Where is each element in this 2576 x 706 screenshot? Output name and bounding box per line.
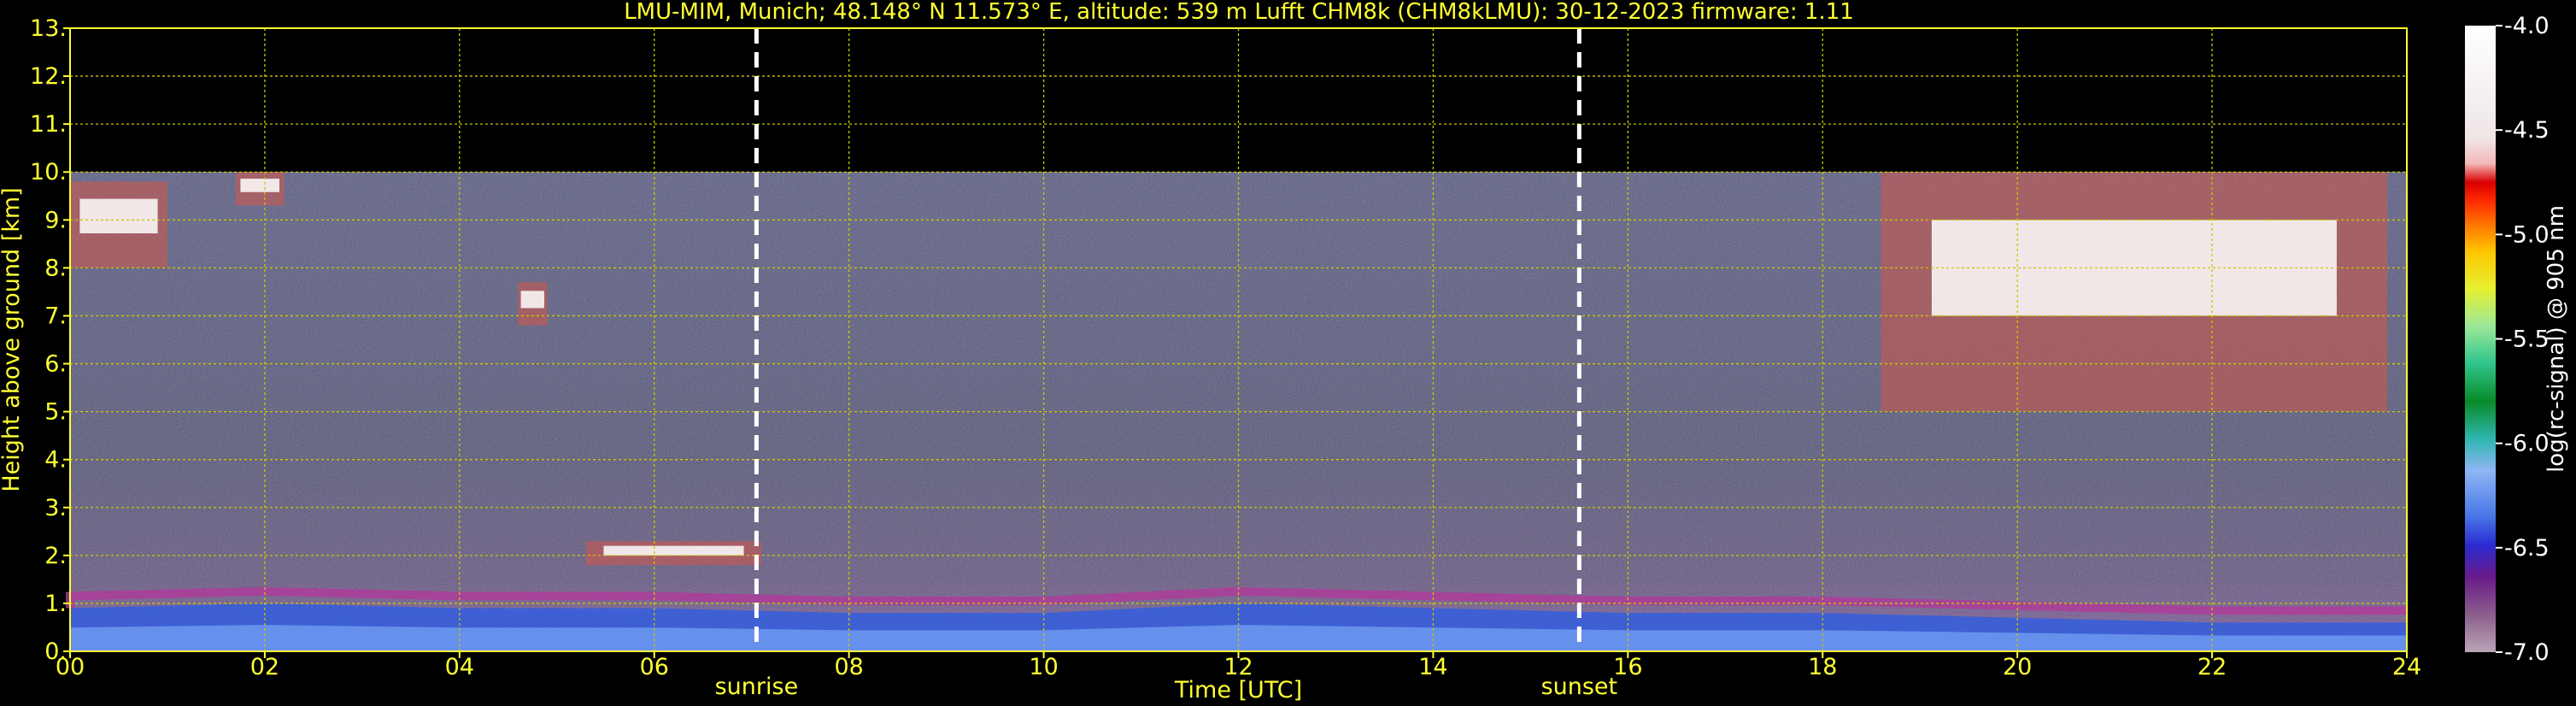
- x-tick-label: 02: [250, 654, 279, 680]
- x-tick-label: 08: [834, 654, 863, 680]
- y-axis-label: Height above ground [km]: [0, 187, 25, 491]
- cloud-layer: [603, 545, 744, 556]
- plot-area: [66, 27, 2408, 652]
- colorbar-tick-label: -4.0: [2504, 13, 2550, 39]
- colorbar-tick-label: -6.5: [2504, 535, 2550, 562]
- marker-label-sunrise: sunrise: [715, 674, 799, 700]
- x-tick-label: 16: [1613, 654, 1642, 680]
- x-tick-label: 10: [1029, 654, 1058, 680]
- cloud-layer: [520, 291, 544, 309]
- y-tick-label: 4.: [44, 447, 67, 474]
- y-tick-label: 5.: [44, 399, 67, 426]
- colorbar-label: log(rc-signal) @ 905 nm: [2544, 205, 2569, 473]
- y-tick-label: 8.: [44, 255, 67, 281]
- y-tick-label: 10.: [30, 159, 67, 185]
- y-tick-label: 2.: [44, 543, 67, 569]
- colorbar-gradient: [2465, 26, 2496, 652]
- colorbar-tick-label: -4.5: [2504, 117, 2550, 144]
- y-tick-label: 13.: [30, 15, 67, 42]
- y-tick-label: 7.: [44, 303, 67, 329]
- chart-title: LMU-MIM, Munich; 48.148° N 11.573° E, al…: [624, 0, 1854, 25]
- x-tick-label: 20: [2003, 654, 2032, 680]
- x-axis-label: Time [UTC]: [1174, 677, 1302, 703]
- colorbar-ticks: -4.0 -4.5 -5.0 -5.5 -6.0 -6.5 -7.0: [2496, 13, 2550, 666]
- y-tick-label: 9.: [44, 207, 67, 233]
- x-tick-label: 18: [1808, 654, 1837, 680]
- y-tick-label: 1.: [44, 591, 67, 617]
- cloud-layer: [79, 198, 158, 234]
- ceilometer-chart: LMU-MIM, Munich; 48.148° N 11.573° E, al…: [0, 0, 2569, 703]
- x-tick-label: 22: [2198, 654, 2227, 680]
- y-tick-label: 0.: [44, 638, 67, 665]
- x-tick-label: 06: [640, 654, 669, 680]
- y-tick-label: 6.: [44, 351, 67, 378]
- x-axis-ticks: 00 02 04 06 08 10 12 14 16 18 20 22 24: [56, 651, 2421, 680]
- colorbar: -4.0 -4.5 -5.0 -5.5 -6.0 -6.5 -7.0 log(rc-sign…: [2465, 13, 2569, 666]
- x-tick-label: 04: [445, 654, 474, 680]
- colorbar-tick-label: -5.5: [2504, 327, 2550, 353]
- cloud-layer: [240, 179, 280, 192]
- y-tick-label: 3.: [44, 495, 67, 521]
- x-tick-label: 24: [2392, 654, 2421, 680]
- colorbar-tick-label: -6.0: [2504, 431, 2550, 457]
- y-tick-label: 12.: [30, 63, 67, 90]
- x-tick-label: 14: [1418, 654, 1447, 680]
- colorbar-tick-label: -5.0: [2504, 221, 2550, 248]
- y-tick-label: 11.: [30, 111, 67, 138]
- y-axis-ticks: 0. 1. 2. 3. 4. 5. 6. 7. 8. 9. 10. 11. 12. 13.: [30, 15, 70, 665]
- marker-label-sunset: sunset: [1541, 674, 1618, 700]
- colorbar-tick-label: -7.0: [2504, 639, 2550, 666]
